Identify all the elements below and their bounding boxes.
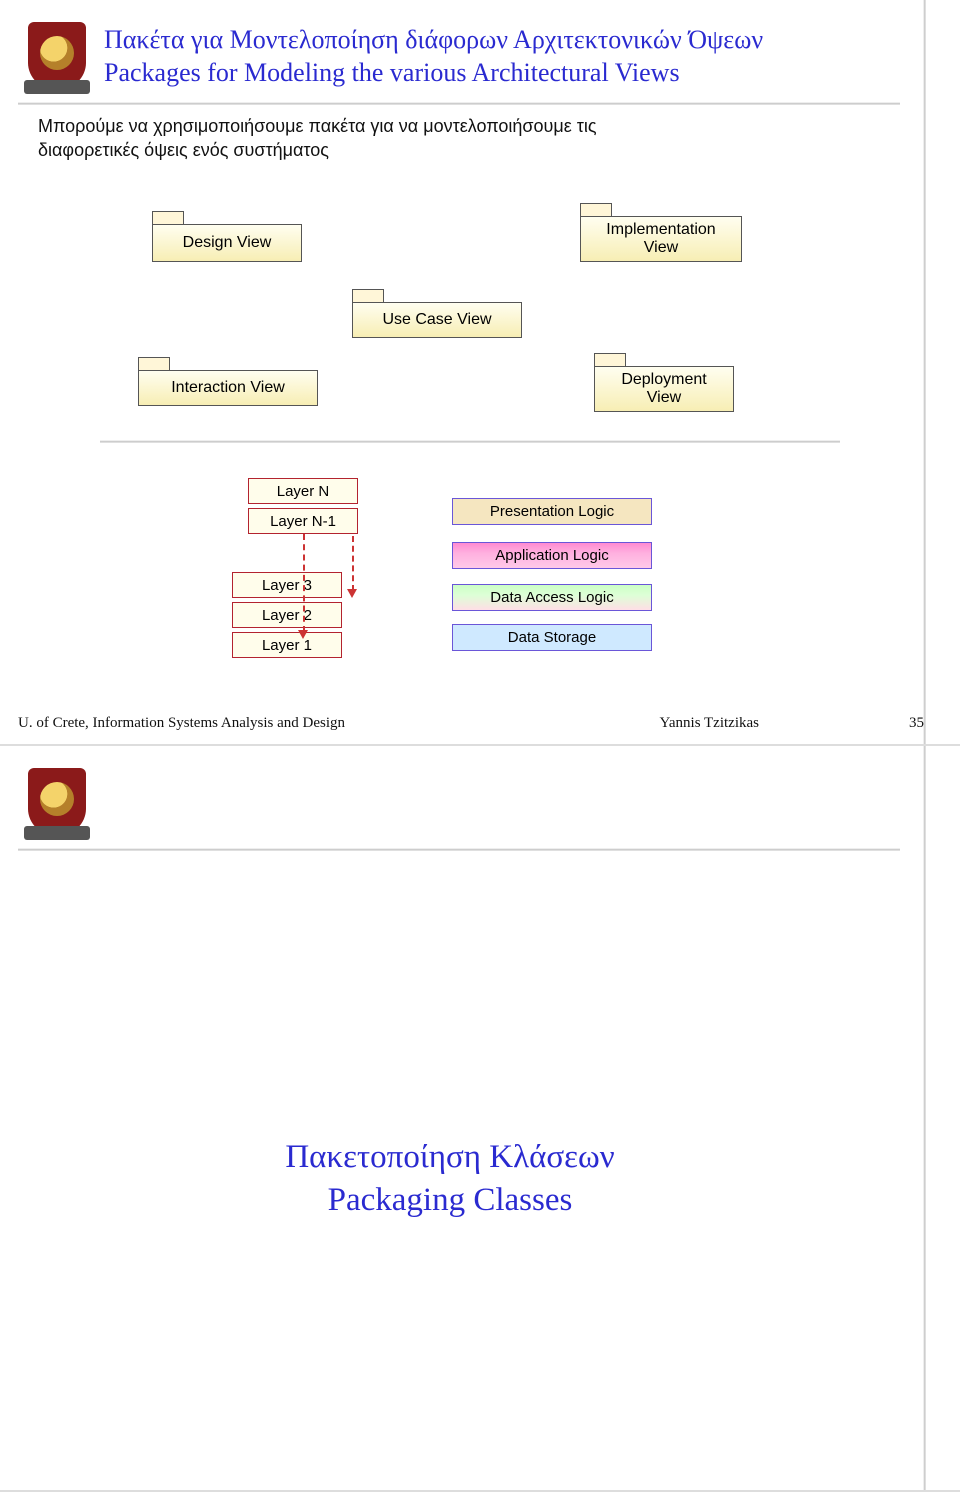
footer-course: U. of Crete, Information Systems Analysi…: [18, 715, 345, 732]
crest-ribbon: [24, 80, 90, 94]
tier-presentation-logic: Presentation Logic: [452, 498, 652, 525]
layer-1: Layer 1: [232, 632, 342, 658]
slide-title: Πακέτα για Μοντελοποίηση διάφορων Αρχιτε…: [104, 24, 920, 89]
title-separator: [18, 102, 900, 105]
university-crest-logo: [28, 22, 86, 90]
section-title: Πακετοποίηση Κλάσεων Packaging Classes: [0, 1136, 900, 1222]
package-design-view: Design View: [152, 224, 302, 262]
intro-line-2: διαφορετικές όψεις ενός συστήματος: [38, 138, 860, 162]
package-label: Implementation View: [580, 216, 742, 262]
package-label: Use Case View: [352, 302, 522, 338]
right-margin-rule: [923, 0, 926, 744]
package-tab-icon: [152, 211, 184, 224]
package-tab-icon: [580, 203, 612, 216]
layer-dependency-arrow: [303, 534, 305, 632]
slide-2: Πακετοποίηση Κλάσεων Packaging Classes: [0, 746, 960, 1492]
slide-footer: U. of Crete, Information Systems Analysi…: [18, 715, 924, 732]
slide-title-english: Packages for Modeling the various Archit…: [104, 57, 920, 90]
layer-n: Layer N: [248, 478, 358, 504]
package-interaction-view: Interaction View: [138, 370, 318, 406]
page-container: { "slide1": { "title_gr": "Πακέτα για Μο…: [0, 0, 960, 1492]
layer-2: Layer 2: [232, 602, 342, 628]
intro-paragraph: Μπορούμε να χρησιμοποιήσουμε πακέτα για …: [38, 114, 860, 163]
layer-dependency-arrow-2: [352, 536, 354, 591]
tier-data-access-logic: Data Access Logic: [452, 584, 652, 611]
package-label: Design View: [152, 224, 302, 262]
slide-1: Πακέτα για Μοντελοποίηση διάφορων Αρχιτε…: [0, 0, 960, 746]
package-deployment-view: Deployment View: [594, 366, 734, 412]
section-title-english: Packaging Classes: [0, 1179, 900, 1222]
slide-title-greek: Πακέτα για Μοντελοποίηση διάφορων Αρχιτε…: [104, 24, 920, 57]
layer-n-minus-1: Layer N-1: [248, 508, 358, 534]
section-separator: [100, 440, 840, 443]
package-tab-icon: [594, 353, 626, 366]
package-tab-icon: [138, 357, 170, 370]
intro-line-1: Μπορούμε να χρησιμοποιήσουμε πακέτα για …: [38, 114, 860, 138]
package-tab-icon: [352, 289, 384, 302]
package-implementation-view: Implementation View: [580, 216, 742, 262]
layer-3: Layer 3: [232, 572, 342, 598]
arrow-down-icon: [298, 630, 308, 639]
footer-page-number: 35: [909, 715, 924, 732]
package-label: Deployment View: [594, 366, 734, 412]
crest-ribbon: [24, 826, 90, 840]
section-title-greek: Πακετοποίηση Κλάσεων: [0, 1136, 900, 1179]
footer-author: Yannis Tzitzikas: [660, 715, 759, 732]
tier-data-storage: Data Storage: [452, 624, 652, 651]
tier-application-logic: Application Logic: [452, 542, 652, 569]
package-usecase-view: Use Case View: [352, 302, 522, 338]
title-separator: [18, 848, 900, 851]
university-crest-logo: [28, 768, 86, 836]
right-margin-rule: [923, 746, 926, 1490]
package-label: Interaction View: [138, 370, 318, 406]
arrow-down-icon: [347, 589, 357, 598]
